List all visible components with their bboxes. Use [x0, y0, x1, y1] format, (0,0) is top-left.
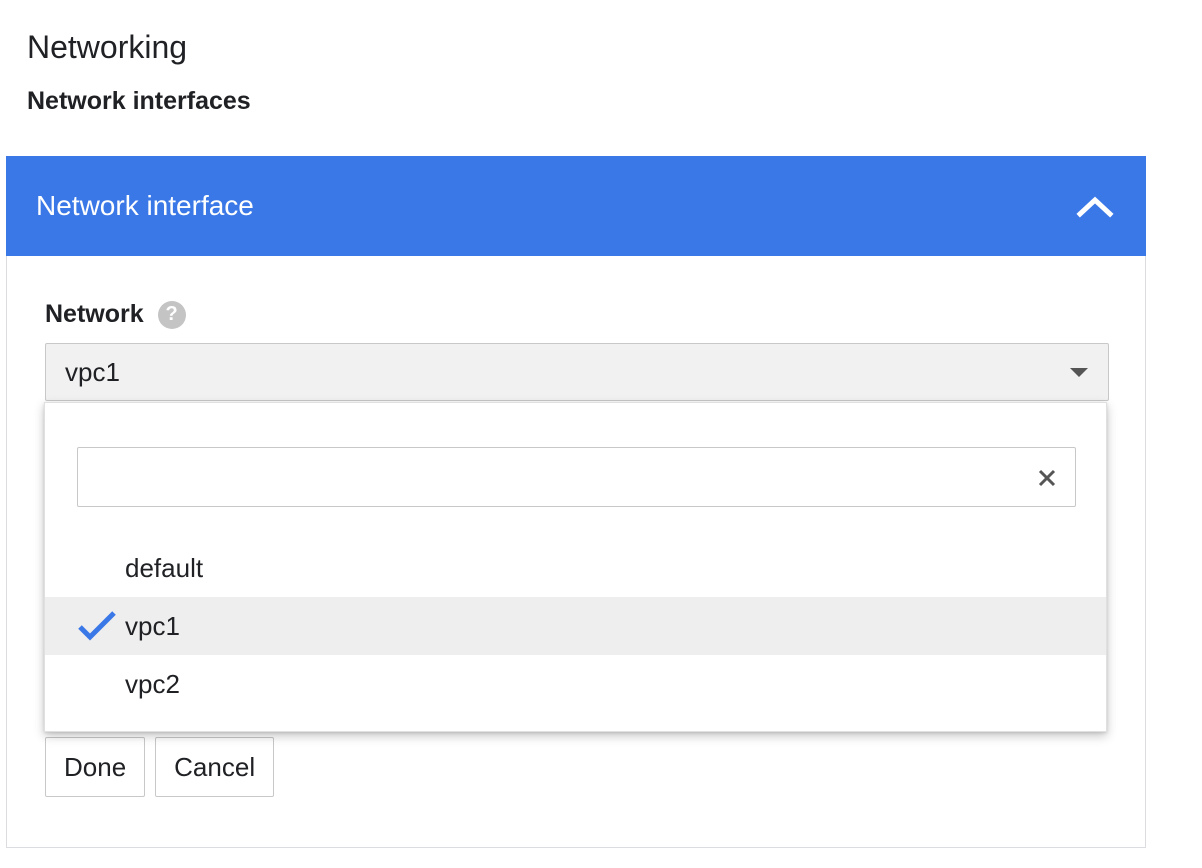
dropdown-search-box[interactable] — [77, 447, 1076, 507]
network-field-label: Network — [45, 300, 144, 328]
network-field-label-row: Network ? — [45, 300, 186, 329]
panel-header-title: Network interface — [36, 190, 254, 221]
option-label: vpc2 — [125, 668, 180, 699]
option-label: vpc1 — [125, 610, 180, 641]
network-select-value: vpc1 — [65, 356, 120, 387]
done-button[interactable]: Done — [45, 737, 146, 797]
check-icon — [77, 610, 117, 642]
network-dropdown-menu: default vpc1 vpc2 — [44, 402, 1107, 732]
clear-icon[interactable] — [1035, 466, 1059, 490]
action-buttons: Done Cancel — [45, 737, 275, 797]
option-label: default — [125, 552, 204, 583]
section-title: Network interfaces — [27, 87, 251, 115]
dropdown-options: default vpc1 vpc2 — [45, 539, 1106, 713]
page-title: Networking — [27, 29, 188, 65]
option-vpc1[interactable]: vpc1 — [45, 597, 1106, 655]
option-default[interactable]: default — [45, 539, 1106, 597]
network-interface-panel-header[interactable]: Network interface — [6, 156, 1146, 256]
dropdown-arrow-icon — [1070, 367, 1088, 377]
cancel-button[interactable]: Cancel — [155, 737, 275, 797]
network-select[interactable]: vpc1 — [45, 343, 1109, 401]
chevron-up-icon[interactable] — [1076, 187, 1114, 225]
dropdown-search-input[interactable] — [78, 448, 1018, 506]
help-icon[interactable]: ? — [157, 300, 186, 329]
option-vpc2[interactable]: vpc2 — [45, 655, 1106, 713]
